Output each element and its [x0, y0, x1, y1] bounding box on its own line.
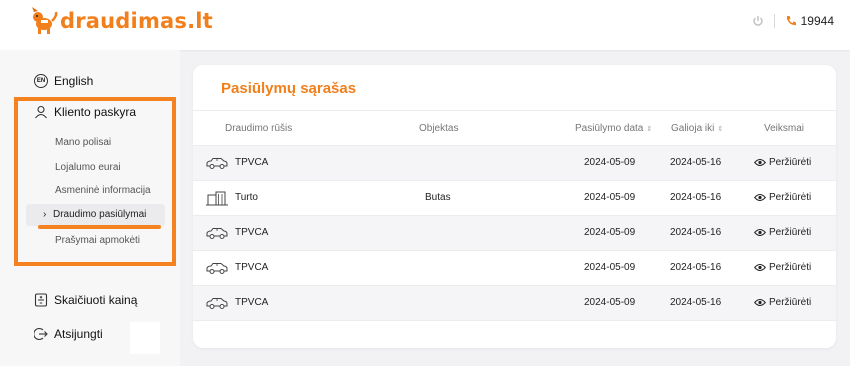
view-label: Peržiūrėti [769, 227, 812, 238]
page-title: Pasiūlymų sąrašas [221, 80, 357, 97]
sidebar-item-policies[interactable]: Mano polisai [55, 137, 111, 148]
sidebar-item-calculate[interactable]: Skaičiuoti kainą [34, 293, 137, 307]
column-header-valid[interactable]: Galioja iki ⇕ [671, 123, 723, 134]
column-header-object: Objektas [419, 123, 459, 134]
table-row: TPVCA 2024-05-09 2024-05-16 Peržiūrėti [193, 285, 836, 320]
view-label: Peržiūrėti [769, 192, 812, 203]
language-switch[interactable]: EN English [34, 74, 93, 88]
sidebar-item-personal-info[interactable]: Asmeninė informacija [55, 185, 151, 196]
cell-valid-until: 2024-05-16 [670, 192, 722, 203]
active-underline [38, 225, 161, 229]
cell-offer-date: 2024-05-09 [584, 262, 636, 273]
column-header-actions: Veiksmai [764, 123, 805, 134]
cell-offer-date: 2024-05-09 [584, 297, 636, 308]
view-button[interactable]: Peržiūrėti [754, 157, 811, 168]
sidebar-calculate-label: Skaičiuoti kainą [54, 293, 138, 307]
sort-icon[interactable]: ⇕ [717, 125, 723, 133]
sidebar-item-account[interactable]: Kliento paskyra [34, 105, 136, 119]
car-icon [205, 225, 229, 241]
sidebar-item-loyalty[interactable]: Lojalumo eurai [55, 162, 121, 173]
cell-valid-until: 2024-05-16 [670, 157, 722, 168]
cell-object: Butas [425, 192, 451, 203]
eye-icon [754, 229, 766, 236]
view-button[interactable]: Peržiūrėti [754, 297, 811, 308]
logo-text: draudimas [60, 9, 188, 33]
cell-type: TPVCA [235, 297, 269, 308]
phone-number[interactable]: 19944 [801, 14, 834, 28]
user-icon [35, 105, 47, 119]
cell-type: TPVCA [235, 262, 269, 273]
cell-offer-date: 2024-05-09 [584, 157, 636, 168]
cell-valid-until: 2024-05-16 [670, 262, 722, 273]
cell-type: TPVCA [235, 157, 269, 168]
sidebar-item-offers[interactable]: Draudimo pasiūlymai [53, 209, 146, 220]
cell-type: TPVCA [235, 227, 269, 238]
table-row: TPVCA 2024-05-09 2024-05-16 Peržiūrėti [193, 145, 836, 180]
offers-card: Pasiūlymų sąrašas Draudimo rūšis Objekta… [193, 65, 836, 348]
table-bottom-border [193, 320, 836, 321]
car-icon [205, 295, 229, 311]
view-button[interactable]: Peržiūrėti [754, 262, 811, 273]
eye-icon [754, 194, 766, 201]
table-row: TPVCA 2024-05-09 2024-05-16 Peržiūrėti [193, 215, 836, 250]
cell-type: Turto [235, 192, 258, 203]
column-header-type: Draudimo rūšis [225, 123, 293, 134]
calculator-icon [34, 293, 48, 307]
logo-tld: .lt [187, 9, 213, 33]
table-row: Turto Butas 2024-05-09 2024-05-16 Peržiūrėti [193, 180, 836, 215]
phone-icon [786, 16, 796, 26]
eye-icon [754, 264, 766, 271]
cell-valid-until: 2024-05-16 [670, 297, 722, 308]
building-icon [205, 190, 229, 206]
column-header-date[interactable]: Pasiūlymo data ⇕ [575, 123, 652, 134]
sidebar-item-logout[interactable]: Atsijungti [34, 327, 103, 341]
view-button[interactable]: Peržiūrėti [754, 227, 811, 238]
top-header: draudimas.lt 19944 [0, 0, 850, 50]
language-label: English [54, 74, 94, 88]
table-row: TPVCA 2024-05-09 2024-05-16 Peržiūrėti [193, 250, 836, 285]
dog-logo-icon [32, 7, 58, 34]
sign-out-icon [34, 327, 48, 341]
view-label: Peržiūrėti [769, 262, 812, 273]
view-label: Peržiūrėti [769, 157, 812, 168]
sidebar-logout-label: Atsijungti [54, 327, 103, 341]
title-divider [193, 110, 836, 111]
logo[interactable]: draudimas.lt [30, 6, 213, 36]
sort-icon[interactable]: ⇕ [646, 125, 652, 133]
view-button[interactable]: Peržiūrėti [754, 192, 811, 203]
cell-offer-date: 2024-05-09 [584, 192, 636, 203]
blank-panel [130, 322, 160, 354]
sidebar-account-label: Kliento paskyra [54, 105, 137, 119]
sidebar-item-payment-requests[interactable]: Prašymai apmokėti [55, 235, 140, 246]
view-label: Peržiūrėti [769, 297, 812, 308]
car-icon [205, 260, 229, 276]
language-badge: EN [34, 74, 48, 88]
chevron-right-icon: › [43, 209, 47, 220]
header-divider [773, 14, 775, 28]
logout-icon[interactable] [752, 15, 764, 27]
car-icon [205, 155, 229, 171]
cell-valid-until: 2024-05-16 [670, 227, 722, 238]
header-actions: 19944 [752, 14, 834, 28]
cell-offer-date: 2024-05-09 [584, 227, 636, 238]
sidebar: EN English Kliento paskyra Mano polisai … [0, 50, 180, 366]
eye-icon [754, 299, 766, 306]
eye-icon [754, 159, 766, 166]
